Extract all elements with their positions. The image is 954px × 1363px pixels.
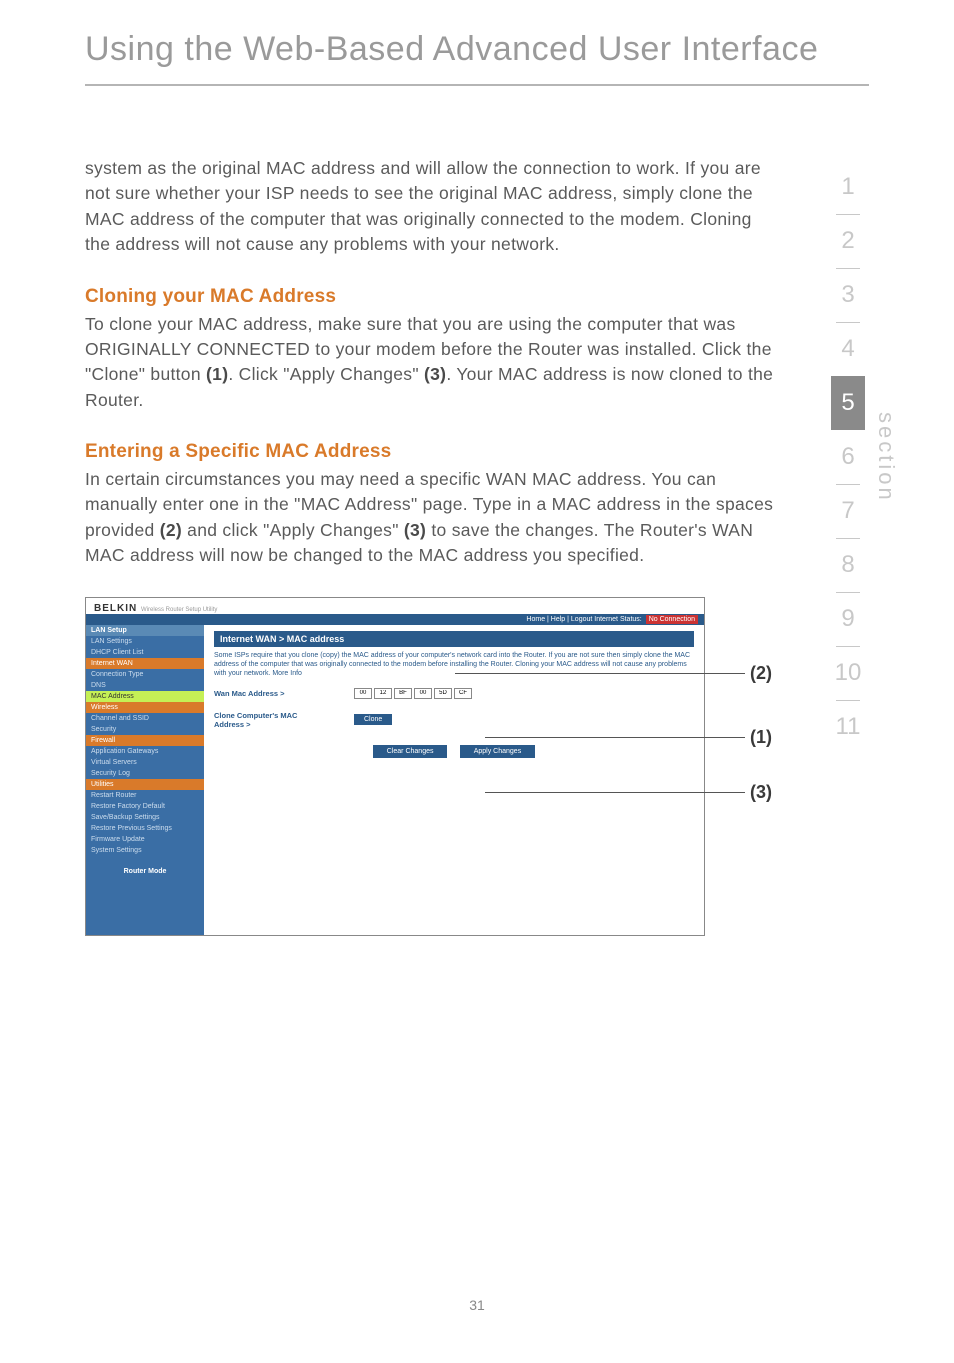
cloning-heading: Cloning your MAC Address: [85, 286, 779, 308]
router-sidebar: LAN Setup LAN Settings DHCP Client List …: [86, 625, 204, 935]
panel-title: Internet WAN > MAC address: [214, 631, 694, 647]
page-number: 31: [0, 1297, 954, 1313]
nav-system[interactable]: System Settings: [86, 845, 204, 856]
ref-3b: (3): [404, 520, 426, 540]
nav-restore-defaults[interactable]: Restore Factory Default: [86, 801, 204, 812]
nav-app-gateways[interactable]: Application Gateways: [86, 746, 204, 757]
nav-firewall[interactable]: Firewall: [86, 735, 204, 746]
nav-wireless[interactable]: Wireless: [86, 702, 204, 713]
callout-line-2: [455, 673, 745, 674]
section-numbers: 1 2 3 4 5 6 7 8 9 10 11: [831, 160, 865, 754]
nav-internet-wan[interactable]: Internet WAN: [86, 658, 204, 669]
nav-save-backup[interactable]: Save/Backup Settings: [86, 812, 204, 823]
nav-router-mode: Router Mode: [86, 856, 204, 887]
nav-security-log[interactable]: Security Log: [86, 768, 204, 779]
ref-1: (1): [206, 364, 228, 384]
mac-input-4[interactable]: [414, 688, 432, 699]
wan-mac-row: Wan Mac Address >: [214, 682, 694, 705]
callout-2: (2): [750, 663, 772, 684]
nav-utilities[interactable]: Utilities: [86, 779, 204, 790]
nav-conn-type[interactable]: Connection Type: [86, 669, 204, 680]
section-link-10[interactable]: 10: [831, 646, 865, 700]
button-row: Clear Changes Apply Changes: [214, 735, 694, 768]
apply-changes-button[interactable]: Apply Changes: [460, 745, 535, 758]
callout-3: (3): [750, 782, 772, 803]
nav-restart[interactable]: Restart Router: [86, 790, 204, 801]
nav-virtual-servers[interactable]: Virtual Servers: [86, 757, 204, 768]
callout-line-3: [485, 792, 745, 793]
mac-input-group: [354, 688, 484, 699]
nav-restore-prev[interactable]: Restore Previous Settings: [86, 823, 204, 834]
content-area: system as the original MAC address and w…: [0, 86, 954, 936]
mac-input-6[interactable]: [454, 688, 472, 699]
section-link-4[interactable]: 4: [831, 322, 865, 376]
page-title: Using the Web-Based Advanced User Interf…: [0, 0, 954, 79]
clear-changes-button[interactable]: Clear Changes: [373, 745, 448, 758]
section-link-5[interactable]: 5: [831, 376, 865, 430]
mac-input-2[interactable]: [374, 688, 392, 699]
ref-2: (2): [160, 520, 182, 540]
mac-input-1[interactable]: [354, 688, 372, 699]
router-header: BELKIN Wireless Router Setup Utility: [86, 598, 704, 614]
cloning-paragraph: To clone your MAC address, make sure tha…: [85, 312, 779, 414]
nav-dns[interactable]: DNS: [86, 680, 204, 691]
clone-button[interactable]: Clone: [354, 714, 392, 725]
mac-input-3[interactable]: [394, 688, 412, 699]
nav-channel-ssid[interactable]: Channel and SSID: [86, 713, 204, 724]
status-value: No Connection: [646, 615, 698, 624]
section-link-2[interactable]: 2: [831, 214, 865, 268]
ref-3a: (3): [424, 364, 446, 384]
nav-lan-setup[interactable]: LAN Setup: [86, 625, 204, 636]
brand-subtitle: Wireless Router Setup Utility: [141, 607, 217, 613]
section-nav: 1 2 3 4 5 6 7 8 9 10 11 section: [831, 160, 899, 754]
nav-security[interactable]: Security: [86, 724, 204, 735]
callout-line-1: [485, 737, 745, 738]
mac-input-5[interactable]: [434, 688, 452, 699]
section-link-1[interactable]: 1: [831, 160, 865, 214]
brand-text: BELKIN: [94, 603, 137, 614]
status-bar: Home | Help | Logout Internet Status: No…: [86, 614, 704, 625]
entering-text-mid: and click "Apply Changes": [182, 520, 404, 540]
section-label: section: [873, 412, 899, 503]
router-screenshot: BELKIN Wireless Router Setup Utility Hom…: [85, 597, 705, 936]
section-link-8[interactable]: 8: [831, 538, 865, 592]
nav-firmware[interactable]: Firmware Update: [86, 834, 204, 845]
intro-paragraph: system as the original MAC address and w…: [85, 156, 779, 258]
section-link-3[interactable]: 3: [831, 268, 865, 322]
nav-mac-address[interactable]: MAC Address: [86, 691, 204, 702]
wan-mac-label: Wan Mac Address >: [214, 689, 324, 698]
section-link-6[interactable]: 6: [831, 430, 865, 484]
section-link-9[interactable]: 9: [831, 592, 865, 646]
status-links[interactable]: Home | Help | Logout Internet Status:: [526, 616, 641, 623]
clone-mac-label: Clone Computer's MAC Address >: [214, 711, 324, 729]
nav-dhcp-client[interactable]: DHCP Client List: [86, 647, 204, 658]
router-body: LAN Setup LAN Settings DHCP Client List …: [86, 625, 704, 935]
nav-lan-settings[interactable]: LAN Settings: [86, 636, 204, 647]
section-link-7[interactable]: 7: [831, 484, 865, 538]
entering-paragraph: In certain circumstances you may need a …: [85, 467, 779, 569]
callout-1: (1): [750, 727, 772, 748]
belkin-logo: BELKIN Wireless Router Setup Utility: [94, 603, 217, 614]
router-main-panel: Internet WAN > MAC address Some ISPs req…: [204, 625, 704, 935]
clone-mac-row: Clone Computer's MAC Address > Clone: [214, 705, 694, 735]
section-link-11[interactable]: 11: [831, 700, 865, 754]
entering-heading: Entering a Specific MAC Address: [85, 441, 779, 463]
panel-description: Some ISPs require that you clone (copy) …: [214, 647, 694, 682]
cloning-text-mid: . Click "Apply Changes": [228, 364, 424, 384]
screenshot-wrapper: BELKIN Wireless Router Setup Utility Hom…: [85, 597, 779, 936]
